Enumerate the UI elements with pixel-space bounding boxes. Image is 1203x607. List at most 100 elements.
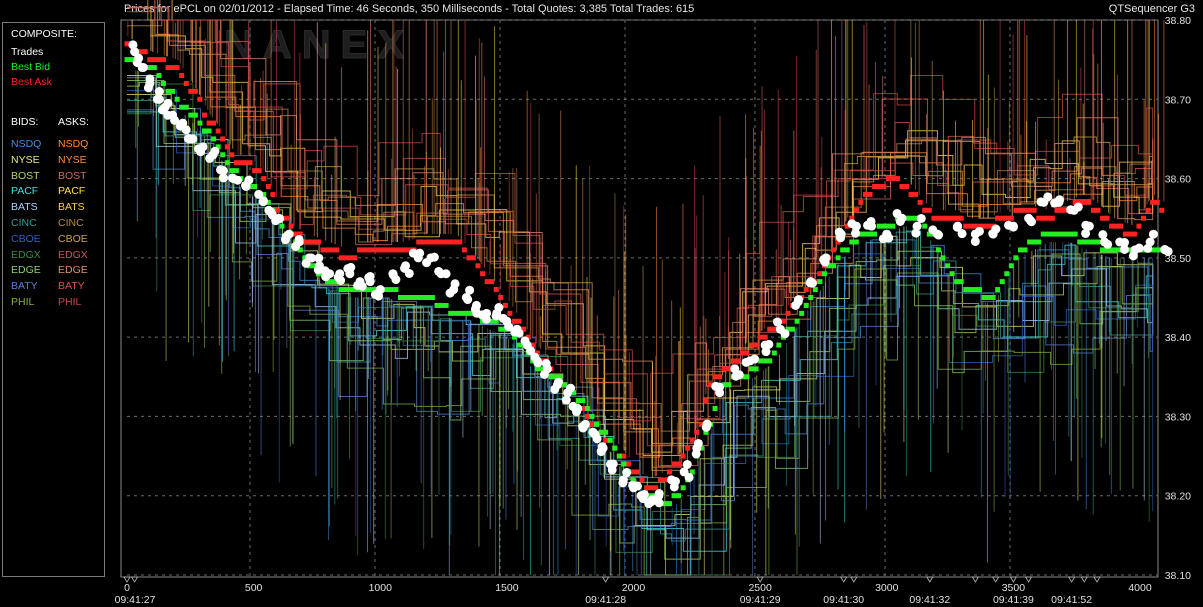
best-bid-series-point: [908, 215, 914, 221]
best-bid-series-point: [1017, 247, 1023, 253]
best-bid-series-point: [224, 160, 230, 166]
trade-point: [498, 313, 508, 323]
best-ask-series-point: [666, 469, 672, 475]
best-ask-series-point: [926, 207, 932, 213]
trade-point: [622, 468, 632, 478]
best-bid-series-point: [990, 295, 996, 300]
best-bid-series-point: [147, 65, 153, 71]
best-ask-series-point: [758, 334, 764, 340]
best-ask-series-point: [1031, 207, 1037, 213]
best-ask-series-point: [858, 199, 864, 205]
trade-point: [353, 280, 363, 290]
trade-point: [481, 314, 491, 324]
trade-point: [1066, 205, 1076, 215]
best-ask-series-point: [480, 271, 486, 277]
best-ask-series-point: [817, 271, 823, 277]
best-ask-series-point: [201, 112, 207, 118]
best-ask-series-point: [233, 160, 239, 166]
best-ask-series-point: [662, 477, 668, 483]
trade-point: [450, 279, 460, 289]
trade-point: [607, 465, 617, 475]
best-ask-series-point: [361, 247, 367, 253]
best-bid-series-point: [347, 287, 353, 293]
best-ask-series-point: [603, 437, 609, 443]
best-ask-series-point: [963, 223, 969, 229]
y-tick-label: 38.70: [1165, 94, 1191, 106]
best-ask-series-point: [625, 461, 631, 467]
trade-point: [1008, 222, 1018, 232]
best-bid-series-point: [1100, 247, 1106, 253]
best-ask-series-point: [188, 88, 194, 94]
trade-point: [693, 438, 703, 448]
best-bid-series-point: [890, 223, 896, 229]
best-bid-series-point: [771, 350, 777, 356]
trade-point: [780, 329, 790, 339]
trade-point: [970, 236, 980, 246]
best-ask-series-point: [1109, 223, 1115, 229]
trade-point: [228, 173, 238, 183]
best-bid-series-point: [220, 152, 226, 158]
best-ask-series-point: [220, 136, 226, 142]
best-bid-series-point: [767, 358, 773, 364]
best-ask-series-point: [644, 485, 650, 491]
best-bid-series-point: [1058, 231, 1064, 237]
best-bid-series-point: [862, 231, 868, 237]
x-tick-label: 3500: [1002, 582, 1026, 594]
trade-point: [404, 268, 414, 278]
trade-point: [241, 180, 251, 190]
best-bid-series-point: [1008, 263, 1014, 269]
trade-point: [391, 275, 401, 285]
trade-point: [194, 144, 204, 154]
best-ask-series-point: [1027, 207, 1033, 213]
best-bid-series-point: [165, 88, 171, 94]
best-ask-series-point: [762, 334, 768, 340]
trade-point: [632, 481, 642, 491]
best-bid-series-point: [812, 287, 818, 293]
trade-point: [463, 295, 473, 305]
best-ask-series-point: [151, 57, 157, 63]
y-tick-label: 38.10: [1165, 570, 1191, 582]
best-bid-series-point: [776, 342, 782, 348]
x-tick-label: 4000: [1128, 582, 1152, 594]
best-bid-series-point: [192, 112, 198, 118]
best-ask-series-point: [511, 318, 517, 324]
trade-point: [731, 371, 741, 381]
best-bid-series-point: [817, 279, 823, 285]
best-ask-series-point: [398, 247, 404, 253]
best-bid-series-point: [621, 461, 627, 467]
trade-point: [895, 216, 905, 226]
trade-point: [539, 369, 549, 379]
best-bid-series-point: [831, 263, 837, 269]
time-marker-icon: [601, 576, 610, 583]
best-ask-series-point: [958, 215, 964, 221]
best-bid-series-point: [420, 295, 426, 300]
trade-point: [281, 232, 291, 242]
best-ask-series-point: [584, 413, 590, 419]
best-ask-series-point: [329, 247, 335, 253]
best-ask-series-point: [1122, 231, 1128, 237]
best-bid-series-point: [407, 295, 413, 300]
best-ask-series-point: [1095, 207, 1101, 213]
trade-point: [911, 228, 921, 238]
trade-point: [216, 165, 226, 175]
best-bid-series-point: [498, 326, 504, 332]
best-ask-series-point: [165, 65, 171, 71]
best-bid-series-point: [151, 65, 157, 71]
best-bid-series-point: [343, 287, 349, 293]
best-ask-series-point: [995, 215, 1001, 221]
trade-point: [291, 241, 301, 251]
trade-point: [1103, 239, 1113, 249]
best-ask-series-point: [197, 96, 203, 102]
trade-point: [1143, 243, 1153, 253]
best-ask-series-point: [160, 57, 166, 63]
best-ask-series-point: [999, 215, 1005, 221]
best-ask-series-point: [356, 247, 362, 253]
best-ask-series-point: [498, 295, 504, 300]
best-bid-series-point: [616, 453, 622, 459]
best-bid-series-point: [170, 88, 176, 94]
trade-point: [336, 275, 346, 285]
trade-point: [1081, 228, 1091, 238]
trade-point: [974, 226, 984, 236]
best-bid-series-point: [1090, 239, 1096, 245]
best-bid-series-point: [1027, 239, 1033, 245]
